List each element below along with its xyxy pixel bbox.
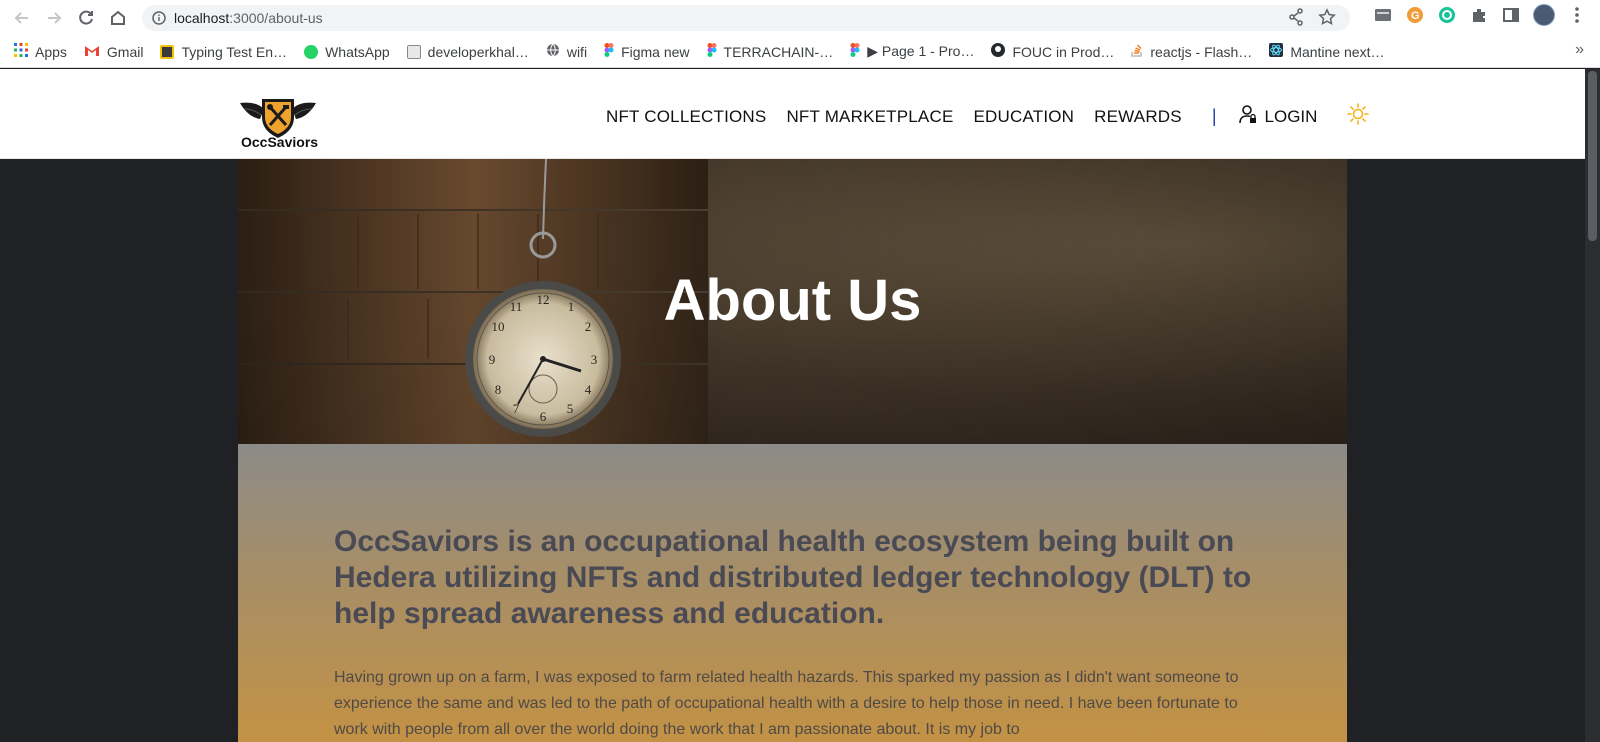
bookmark-apps[interactable]: Apps — [14, 43, 67, 60]
bookmark-label: Typing Test En… — [181, 43, 288, 60]
extensions-area: G — [1373, 4, 1587, 26]
whatsapp-icon — [304, 44, 319, 59]
main-nav: NFT COLLECTIONS NFT MARKETPLACE EDUCATIO… — [606, 103, 1370, 130]
address-bar[interactable]: localhost:3000/about-us — [142, 5, 1350, 31]
developerkhal-icon — [406, 44, 421, 59]
typing-test-icon — [160, 44, 175, 59]
extension-g-icon[interactable]: G — [1405, 5, 1425, 25]
svg-text:G: G — [1411, 10, 1420, 22]
side-panel-icon[interactable] — [1501, 5, 1521, 25]
react-icon — [1269, 43, 1284, 60]
browser-toolbar: localhost:3000/about-us G — [0, 0, 1600, 36]
nav-nft-marketplace[interactable]: NFT MARKETPLACE — [786, 107, 953, 127]
extension-grammarly-icon[interactable] — [1437, 5, 1457, 25]
bookmarks-overflow-button[interactable]: » — [1575, 41, 1584, 59]
bookmark-mantine[interactable]: Mantine next… — [1269, 43, 1384, 60]
lead-statement: OccSaviors is an occupational health eco… — [334, 525, 1252, 630]
site-header: OccSaviors NFT COLLECTIONS NFT MARKETPLA… — [0, 69, 1585, 159]
bookmark-wifi[interactable]: wifi — [546, 43, 587, 60]
bookmark-star-icon[interactable] — [1318, 8, 1336, 31]
page-title: About Us — [663, 268, 922, 333]
bookmark-gmail[interactable]: Gmail — [84, 43, 144, 60]
nav-separator: | — [1211, 106, 1217, 126]
scrollbar-thumb[interactable] — [1588, 71, 1597, 241]
url-path: :3000/about-us — [229, 10, 323, 26]
info-icon[interactable] — [150, 9, 168, 27]
forward-icon[interactable] — [38, 2, 70, 34]
bookmark-label: Figma new — [621, 43, 690, 60]
gmail-icon — [84, 44, 100, 60]
figma-icon — [604, 43, 614, 60]
bookmark-label: wifi — [566, 43, 588, 60]
user-lock-icon — [1238, 104, 1257, 129]
bookmark-label: developerkhal… — [427, 43, 529, 60]
profile-avatar[interactable] — [1533, 4, 1555, 26]
bookmark-label: Apps — [35, 43, 67, 60]
about-paragraph: Having grown up on a farm, I was exposed… — [334, 669, 1239, 738]
page-viewport: OccSaviors NFT COLLECTIONS NFT MARKETPLA… — [0, 69, 1585, 742]
bookmark-terrachain[interactable]: TERRACHAIN-… — [707, 43, 834, 60]
reload-icon[interactable] — [70, 2, 102, 34]
bookmark-developerkhal[interactable]: developerkhal… — [406, 43, 529, 60]
bookmark-label: FOUC in Prod… — [1012, 43, 1115, 60]
bookmark-page1[interactable]: ▶ Page 1 - Pro… — [850, 43, 974, 60]
home-icon[interactable] — [102, 2, 134, 34]
share-icon[interactable] — [1288, 8, 1304, 31]
theme-toggle-sun-icon[interactable] — [1347, 103, 1370, 130]
bookmark-label: reactjs - Flash… — [1150, 43, 1253, 60]
nav-education[interactable]: EDUCATION — [974, 107, 1075, 127]
login-button[interactable]: LOGIN — [1238, 104, 1318, 129]
nav-nft-collections[interactable]: NFT COLLECTIONS — [606, 107, 766, 127]
extension-card-icon[interactable] — [1373, 5, 1393, 25]
figma-icon — [850, 43, 860, 60]
url-host: localhost — [174, 10, 230, 26]
apps-grid-icon — [14, 43, 28, 60]
nav-rewards[interactable]: REWARDS — [1094, 107, 1182, 127]
bookmarks-bar: Apps Gmail Typing Test En… WhatsApp deve… — [0, 36, 1600, 68]
bookmark-typing-test[interactable]: Typing Test En… — [160, 44, 287, 60]
login-label: LOGIN — [1264, 106, 1318, 126]
extensions-puzzle-icon[interactable] — [1469, 5, 1489, 25]
back-icon[interactable] — [6, 2, 38, 34]
globe-icon — [546, 43, 560, 60]
stackoverflow-icon — [1131, 43, 1143, 60]
bookmark-label: ▶ Page 1 - Pro… — [867, 43, 975, 59]
logo-text: OccSaviors — [241, 134, 319, 150]
figma-icon — [707, 43, 717, 60]
bookmark-label: Mantine next… — [1290, 43, 1385, 60]
bookmark-figma-new[interactable]: Figma new — [604, 43, 690, 60]
page-scrollbar[interactable] — [1585, 69, 1600, 742]
bookmark-label: WhatsApp — [325, 43, 390, 60]
bookmark-label: TERRACHAIN-… — [723, 43, 834, 60]
bookmark-fouc[interactable]: FOUC in Prod… — [991, 43, 1114, 60]
url-text: localhost:3000/about-us — [174, 10, 323, 26]
bookmark-reactjs[interactable]: reactjs - Flash… — [1131, 43, 1252, 60]
hero-banner: 12369 1245 781011 About Us — [238, 159, 1347, 444]
bookmark-label: Gmail — [106, 43, 144, 60]
github-icon — [991, 43, 1006, 60]
about-content: OccSaviors is an occupational health eco… — [238, 444, 1347, 742]
bookmark-whatsapp[interactable]: WhatsApp — [304, 44, 390, 60]
menu-kebab-icon[interactable] — [1567, 5, 1587, 25]
